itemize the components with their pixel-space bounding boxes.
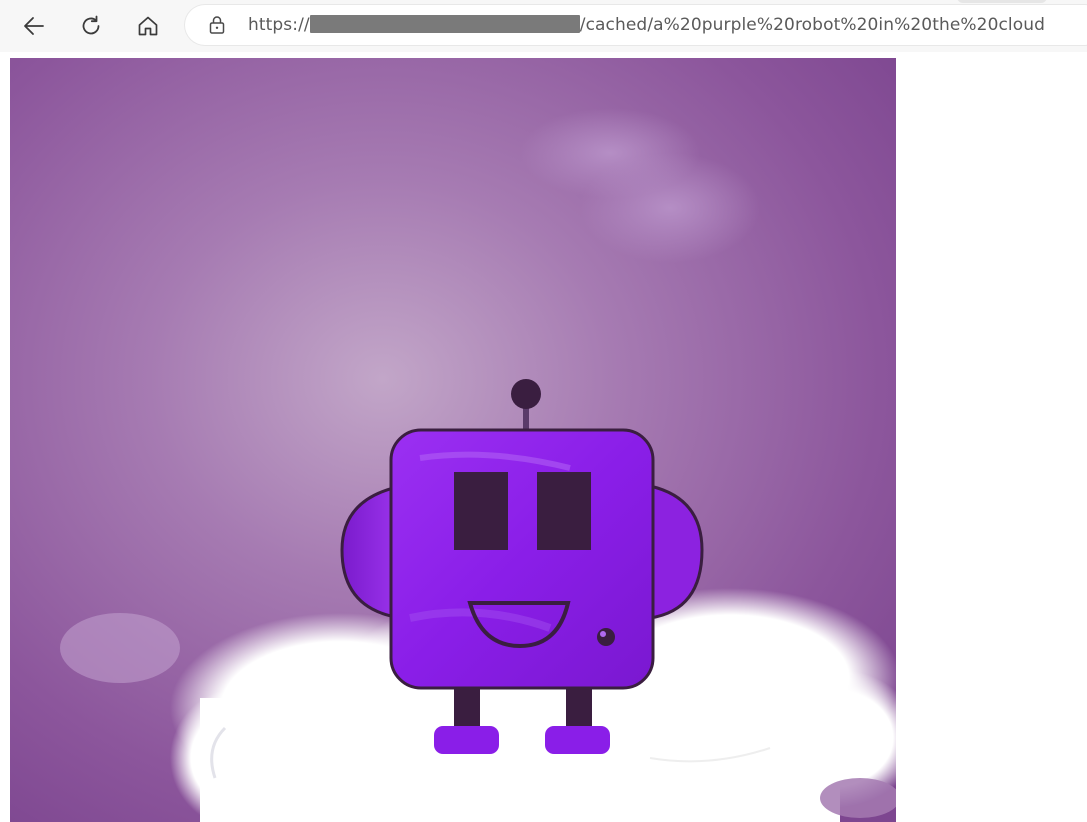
faint-cloud: [60, 613, 180, 683]
robot-body: [389, 428, 655, 690]
lock-icon[interactable]: [207, 15, 227, 39]
generated-image: [10, 58, 896, 822]
home-button[interactable]: [130, 8, 166, 44]
robot-button-dot: [597, 628, 615, 646]
robot-illustration: [10, 58, 896, 822]
url-text[interactable]: https:// /cached/a%20purple%20robot%20in%…: [248, 15, 1045, 35]
browser-toolbar: https:// /cached/a%20purple%20robot%20in%…: [0, 0, 1087, 52]
page-content: [0, 52, 1087, 822]
address-bar[interactable]: https:// /cached/a%20purple%20robot%20in%…: [185, 5, 1087, 45]
tab-strip-hint: [957, 0, 1047, 3]
refresh-button[interactable]: [73, 8, 109, 44]
url-redacted-host: [309, 15, 580, 33]
faint-cloud: [580, 153, 760, 263]
back-arrow-icon: [22, 14, 46, 38]
home-icon: [136, 14, 160, 38]
url-prefix: https://: [248, 15, 310, 35]
url-path: /cached/a%20purple%20robot%20in%20the%20…: [579, 15, 1046, 35]
refresh-icon: [79, 14, 103, 38]
back-button[interactable]: [16, 8, 52, 44]
